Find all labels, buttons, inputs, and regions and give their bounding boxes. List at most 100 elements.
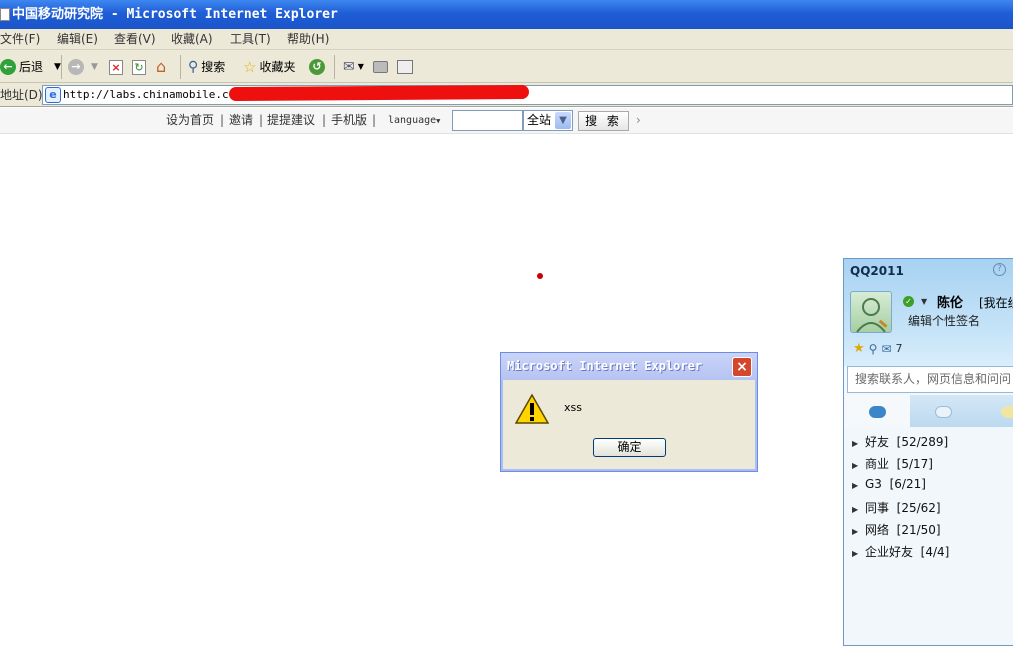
contact-group[interactable]: ▶ 商业 [5/17] (852, 455, 933, 472)
mail-icon: ✉ (343, 59, 355, 75)
search-icon[interactable]: ⚲ (869, 342, 878, 356)
link-mobile[interactable]: 手机版 (331, 108, 367, 133)
tab-groups[interactable] (910, 395, 976, 427)
qq-nickname: 陈伦 (937, 296, 964, 311)
nav-divider: | (220, 113, 225, 127)
dialog-title: Microsoft Internet Explorer (501, 353, 757, 380)
refresh-icon: ↻ (132, 59, 146, 75)
qq-tabs (844, 395, 1013, 427)
window-title: 中国移动研究院 - Microsoft Internet Explorer (12, 7, 338, 22)
caret-right-icon: ▶ (852, 481, 859, 490)
page-icon (0, 8, 10, 21)
mail-button[interactable]: ✉ ▼ (343, 56, 364, 78)
avatar[interactable] (850, 291, 892, 333)
link-invite[interactable]: 邀请 (229, 108, 253, 133)
dropdown-arrow-icon: ▼ (357, 62, 364, 71)
qq-status-text: [我在线 (979, 296, 1013, 310)
ie-page-icon: e (45, 87, 61, 103)
dropdown-arrow-icon[interactable]: ▼ (54, 56, 61, 78)
mail-count: 7 (895, 342, 903, 355)
nav-divider: | (322, 113, 327, 127)
address-label: 地址(D) (0, 88, 43, 102)
mail-icon[interactable]: ✉ (881, 342, 891, 356)
menu-tools[interactable]: 工具(T) (230, 29, 271, 49)
chevron-down-icon[interactable]: ▼ (555, 112, 571, 129)
toolbar-divider (180, 55, 181, 79)
dropdown-arrow-icon: ▼ (91, 62, 98, 72)
dropdown-arrow-icon: ▼ (436, 117, 441, 125)
help-icon[interactable]: ? (993, 263, 1006, 276)
contact-group[interactable]: ▶ 好友 [52/289] (852, 433, 948, 450)
nav-divider: | (372, 113, 377, 127)
menu-bar: 文件(F) 编辑(E) 查看(V) 收藏(A) 工具(T) 帮助(H) (0, 29, 1013, 50)
contact-group[interactable]: ▶ 企业好友 [4/4] (852, 543, 949, 560)
status-dropdown-icon[interactable]: ▼ (921, 297, 927, 306)
back-button[interactable]: ← 后退 ▼ (0, 56, 61, 78)
print-button[interactable] (373, 56, 388, 78)
caret-right-icon: ▶ (852, 549, 859, 558)
search-scope-select[interactable]: 全站 ▼ (523, 110, 573, 131)
contact-group[interactable]: ▶ 同事 [25/62] (852, 499, 941, 516)
link-set-homepage[interactable]: 设为首页 (166, 108, 214, 133)
online-status-icon[interactable]: ✓ (903, 296, 914, 307)
qq-signature[interactable]: 编辑个性签名 (908, 312, 980, 329)
stop-icon: × (109, 59, 123, 75)
red-dot (537, 273, 543, 279)
star-icon[interactable]: ★ (853, 341, 865, 356)
recent-icon (1001, 406, 1013, 418)
qq-search-input[interactable]: 搜索联系人，网页信息和问问 (847, 366, 1013, 393)
caret-right-icon: ▶ (852, 527, 859, 536)
address-url[interactable]: http://labs.chinamobile.com/ (63, 86, 248, 104)
qq-title: QQ2011 (850, 264, 904, 278)
search-button[interactable]: ⚲ 搜索 (188, 56, 225, 78)
qq-app-icons: ★ ⚲ ✉ 7 (853, 341, 903, 356)
chat-bubble-icon (869, 406, 886, 418)
site-top-nav: 设为首页 | 邀请 | 提提建议 | 手机版 | language▼ 全站 ▼ … (0, 108, 1013, 134)
print-icon (373, 61, 388, 73)
avatar-silhouette-icon (856, 298, 888, 333)
site-search-button[interactable]: 搜 索 (578, 111, 629, 131)
caret-right-icon: ▶ (852, 439, 859, 448)
history-icon: ↺ (309, 59, 325, 75)
nav-divider: | (259, 113, 264, 127)
standard-toolbar: ← 后退 ▼ → ▼ × ↻ ⌂ ⚲ 搜索 ☆ 收藏夹 ↺ ✉ ▼ (0, 50, 1013, 83)
close-icon[interactable]: × (732, 357, 752, 377)
menu-view[interactable]: 查看(V) (114, 29, 156, 49)
language-selector[interactable]: language▼ (388, 108, 440, 134)
redaction-mark (228, 84, 530, 102)
history-button[interactable]: ↺ (309, 56, 325, 78)
warning-icon (515, 393, 549, 424)
home-button[interactable]: ⌂ (156, 56, 166, 78)
link-suggestion[interactable]: 提提建议 (267, 108, 315, 133)
stop-button[interactable]: × (109, 56, 123, 78)
toolbar-divider (61, 55, 62, 79)
contact-group[interactable]: ▶ 网络 [21/50] (852, 521, 941, 538)
caret-right-icon: ▶ (852, 461, 859, 470)
edit-button[interactable] (397, 56, 413, 78)
search-icon: ⚲ (188, 59, 199, 75)
ok-button[interactable]: 确定 (593, 438, 666, 457)
qq-header: QQ2011 ? ✓ ▼ 陈伦 [我在线 编辑个性签名 ★ ⚲ ✉ 7 (844, 259, 1013, 366)
menu-favorites[interactable]: 收藏(A) (171, 29, 213, 49)
home-icon: ⌂ (156, 57, 167, 76)
chat-bubbles-icon (935, 406, 952, 418)
forward-arrow-icon: → (68, 59, 84, 75)
contact-group[interactable]: ▶ G3 [6/21] (852, 477, 926, 491)
favorites-button[interactable]: ☆ 收藏夹 (243, 56, 295, 78)
qq-panel: QQ2011 ? ✓ ▼ 陈伦 [我在线 编辑个性签名 ★ ⚲ ✉ 7 搜索联系… (843, 258, 1013, 646)
dialog-message: xss (564, 401, 582, 414)
menu-edit[interactable]: 编辑(E) (57, 29, 98, 49)
tab-recent[interactable] (976, 395, 1013, 427)
menu-file[interactable]: 文件(F) (0, 29, 40, 49)
back-arrow-icon: ← (0, 59, 16, 75)
tab-contacts[interactable] (844, 395, 910, 427)
forward-button[interactable]: → ▼ (68, 56, 98, 78)
ie-title-bar: 中国移动研究院 - Microsoft Internet Explorer (0, 0, 1013, 29)
site-search-input[interactable] (452, 110, 523, 131)
caret-right-icon: ▶ (852, 505, 859, 514)
chevron-right-icon[interactable]: › (636, 108, 641, 133)
edit-icon (397, 60, 413, 74)
refresh-button[interactable]: ↻ (132, 56, 146, 78)
menu-help[interactable]: 帮助(H) (287, 29, 329, 49)
alert-dialog: Microsoft Internet Explorer × xss 确定 (500, 352, 758, 472)
